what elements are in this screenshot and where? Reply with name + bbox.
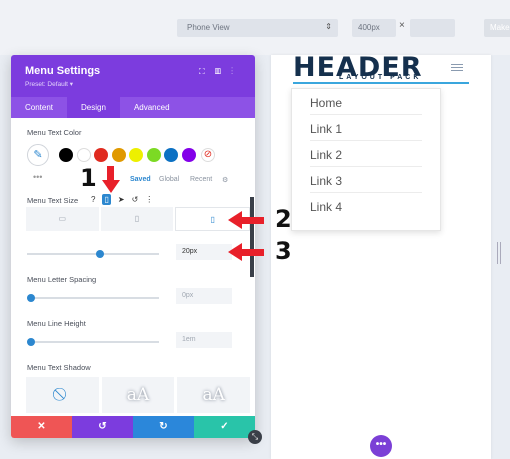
desktop-tab-icon[interactable]: ▭ <box>26 207 99 231</box>
no-color-icon[interactable]: ⊘ <box>201 148 215 162</box>
color-swatch[interactable] <box>59 148 73 162</box>
menu-settings-panel: Menu Settings Preset: Default ▾ ⛶▥⋮ Cont… <box>11 55 255 438</box>
height-input[interactable] <box>410 19 455 37</box>
view-mode-select[interactable]: Phone View ⇕ <box>177 19 338 37</box>
discard-button[interactable]: ✕ <box>11 416 72 438</box>
color-swatch[interactable] <box>129 148 143 162</box>
text-size-input[interactable]: 20px <box>176 244 232 260</box>
tab-content[interactable]: Content <box>11 97 67 118</box>
letter-spacing-slider-knob[interactable] <box>27 294 35 302</box>
shadow-preset-2[interactable]: aA <box>177 377 251 413</box>
color-swatch[interactable] <box>76 148 91 162</box>
redo-button[interactable]: ↻ <box>133 416 194 438</box>
panel-footer: ✕ ↺ ↻ ✓ <box>11 416 255 438</box>
panel-resize-icon[interactable]: ⤡ <box>248 430 262 444</box>
letter-spacing-slider[interactable] <box>27 294 159 302</box>
hamburger-menu-icon[interactable] <box>451 64 463 73</box>
text-size-slider-knob[interactable] <box>95 250 104 258</box>
settings-gear-icon[interactable]: ⚙ <box>222 176 228 184</box>
line-height-slider[interactable] <box>27 338 159 346</box>
mobile-menu-dropdown: Home Link 1 Link 2 Link 3 Link 4 <box>291 88 441 231</box>
shadow-preset-1[interactable]: aA <box>101 377 175 413</box>
reset-icon[interactable]: ↺ <box>132 195 139 204</box>
callout-number-2: 2 <box>275 205 292 233</box>
tab-design[interactable]: Design <box>67 97 120 118</box>
text-size-option-icons: ? ▯ ➤ ↺ ⋮ <box>91 194 153 205</box>
kebab-menu-icon[interactable]: ⋮ <box>231 67 243 76</box>
make-button[interactable]: Make <box>484 19 510 37</box>
preset-dropdown[interactable]: Preset: Default ▾ <box>25 80 241 88</box>
text-shadow-label: Menu Text Shadow <box>27 363 91 372</box>
letter-spacing-label: Menu Letter Spacing <box>27 275 97 284</box>
color-swatch[interactable] <box>94 148 108 162</box>
panel-scrollbar[interactable] <box>250 197 254 277</box>
saved-colors-tab[interactable]: Saved <box>130 176 151 183</box>
undo-button[interactable]: ↺ <box>72 416 133 438</box>
expand-icon[interactable]: ⛶ <box>199 67 215 76</box>
tablet-tab-icon[interactable]: ▯ <box>100 207 174 231</box>
text-size-slider[interactable] <box>27 250 159 258</box>
callout-arrow-1-head <box>102 180 120 193</box>
header-logo-subtitle: LAYOUT PACK <box>339 74 422 81</box>
header-divider <box>293 82 469 84</box>
callout-arrow-3-head <box>228 243 242 261</box>
menu-text-size-label: Menu Text Size <box>27 196 79 205</box>
color-swatch[interactable] <box>111 148 126 162</box>
top-toolbar: Phone View ⇕ 400px × Make <box>0 0 510 55</box>
line-height-slider-knob[interactable] <box>27 338 35 346</box>
select-arrows-icon: ⇕ <box>325 22 332 31</box>
responsive-phone-icon[interactable]: ▯ <box>102 194 111 205</box>
callout-arrow-2-shaft <box>242 217 264 224</box>
preview-resize-handle[interactable] <box>497 242 501 264</box>
width-input[interactable]: 400px <box>352 19 396 37</box>
view-mode-label: Phone View <box>187 23 230 32</box>
split-view-icon[interactable]: ▥ <box>215 67 231 76</box>
menu-item-home[interactable]: Home <box>310 89 422 115</box>
callout-number-1: 1 <box>80 164 97 192</box>
color-swatch[interactable] <box>146 148 161 162</box>
menu-text-color-label: Menu Text Color <box>27 128 82 137</box>
global-colors-tab[interactable]: Global <box>159 176 179 183</box>
panel-tabs: Content Design Advanced <box>11 97 255 118</box>
menu-item-link-3[interactable]: Link 3 <box>310 167 422 193</box>
no-shadow-icon[interactable]: ⃠ <box>26 377 99 413</box>
menu-item-link-1[interactable]: Link 1 <box>310 115 422 141</box>
letter-spacing-input[interactable]: 0px <box>176 288 232 304</box>
color-swatch[interactable] <box>164 148 178 162</box>
text-shadow-presets: ⃠ aA aA <box>26 377 251 413</box>
recent-colors-tab[interactable]: Recent <box>190 176 212 183</box>
more-options-button[interactable]: ••• <box>370 435 392 457</box>
phone-preview: HEADER LAYOUT PACK Home Link 1 Link 2 Li… <box>271 54 491 459</box>
tab-advanced[interactable]: Advanced <box>120 97 184 118</box>
panel-header: Menu Settings Preset: Default ▾ ⛶▥⋮ <box>11 55 255 97</box>
color-swatch[interactable] <box>181 148 196 162</box>
device-tabs: ▭ ▯ ▯ <box>26 207 251 231</box>
callout-arrow-1-shaft <box>107 166 114 180</box>
more-colors-icon[interactable]: ••• <box>33 172 42 182</box>
save-check-button[interactable]: ✓ <box>194 416 255 438</box>
line-height-input[interactable]: 1em <box>176 332 232 348</box>
panel-header-icons: ⛶▥⋮ <box>199 67 243 77</box>
close-width-icon[interactable]: × <box>399 20 405 31</box>
more-options-icon[interactable]: ⋮ <box>145 195 153 204</box>
help-icon[interactable]: ? <box>91 195 95 204</box>
cursor-hover-icon[interactable]: ➤ <box>118 195 125 204</box>
callout-arrow-3-shaft <box>242 249 264 256</box>
eyedropper-icon[interactable]: ✎ <box>27 144 49 166</box>
callout-arrow-2-head <box>228 211 242 229</box>
menu-item-link-4[interactable]: Link 4 <box>310 193 422 219</box>
callout-number-3: 3 <box>275 237 292 265</box>
line-height-label: Menu Line Height <box>27 319 86 328</box>
menu-item-link-2[interactable]: Link 2 <box>310 141 422 167</box>
